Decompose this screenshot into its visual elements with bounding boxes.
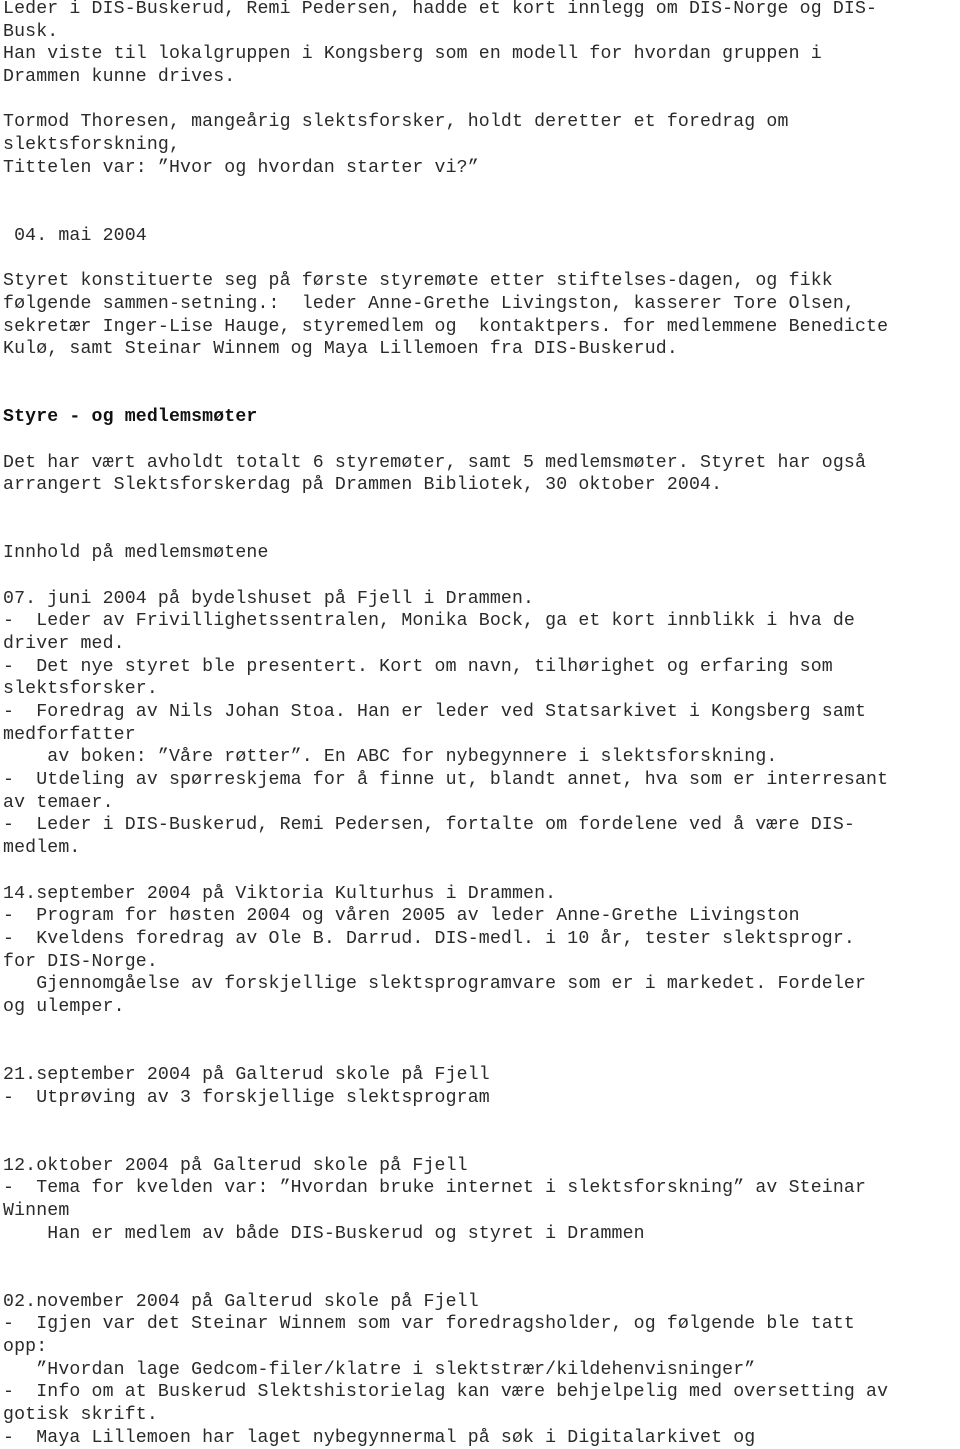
text-line: 21.september 2004 på Galterud skole på F… bbox=[3, 1064, 490, 1085]
text-line: Han viste til lokalgruppen i Kongsberg s… bbox=[3, 44, 822, 65]
text-line: driver med. bbox=[3, 634, 125, 655]
text-line: - Tema for kvelden var: ”Hvordan bruke i… bbox=[3, 1178, 867, 1199]
text-line: 02.november 2004 på Galterud skole på Fj… bbox=[3, 1291, 479, 1312]
text-line: 04. mai 2004 bbox=[3, 225, 147, 246]
text-line: - Kveldens foredrag av Ole B. Darrud. DI… bbox=[3, 928, 855, 949]
text-line: - Leder av Frivillighetssentralen, Monik… bbox=[3, 611, 855, 632]
text-line: Kulø, samt Steinar Winnem og Maya Lillem… bbox=[3, 339, 678, 360]
document-page: Leder i DIS-Buskerud, Remi Pedersen, had… bbox=[0, 0, 960, 1448]
text-line: Styret konstituerte seg på første styrem… bbox=[3, 271, 833, 292]
text-line: ”Hvordan lage Gedcom-filer/klatre i slek… bbox=[3, 1359, 756, 1380]
text-line: Tittelen var: ”Hvor og hvordan starter v… bbox=[3, 157, 479, 178]
text-line: Han er medlem av både DIS-Buskerud og st… bbox=[3, 1223, 645, 1244]
text-line: 14.september 2004 på Viktoria Kulturhus … bbox=[3, 883, 557, 904]
text-line: - Det nye styret ble presentert. Kort om… bbox=[3, 656, 833, 677]
text-line: Winnem bbox=[3, 1201, 70, 1222]
text-line: medlem. bbox=[3, 838, 81, 859]
text-line: Det har vært avholdt totalt 6 styremøter… bbox=[3, 452, 867, 473]
text-line: Leder i DIS-Buskerud, Remi Pedersen, had… bbox=[3, 0, 878, 19]
text-line: 07. juni 2004 på bydelshuset på Fjell i … bbox=[3, 588, 535, 609]
text-line: slektsforskning, bbox=[3, 135, 181, 156]
text-line: - Program for høsten 2004 og våren 2005 … bbox=[3, 906, 800, 927]
text-line: - Info om at Buskerud Slektshistorielag … bbox=[3, 1382, 889, 1403]
section-heading: Styre - og medlemsmøter bbox=[3, 407, 258, 428]
text-line: gotisk skrift. bbox=[3, 1405, 158, 1426]
text-line: Innhold på medlemsmøtene bbox=[3, 543, 269, 564]
text-line: 12.oktober 2004 på Galterud skole på Fje… bbox=[3, 1155, 468, 1176]
text-line: - Utprøving av 3 forskjellige slektsprog… bbox=[3, 1087, 490, 1108]
text-line: følgende sammen-setning.: leder Anne-Gre… bbox=[3, 293, 855, 314]
text-line: Busk. bbox=[3, 21, 59, 42]
text-line: av boken: ”Våre røtter”. En ABC for nybe… bbox=[3, 747, 778, 768]
text-line: opp: bbox=[3, 1337, 48, 1358]
text-line: Drammen kunne drives. bbox=[3, 67, 236, 88]
text-line: arrangert Slektsforskerdag på Drammen Bi… bbox=[3, 475, 723, 496]
text-line: og ulemper. bbox=[3, 996, 125, 1017]
text-line: Tormod Thoresen, mangeårig slektsforsker… bbox=[3, 112, 789, 133]
text-line: sekretær Inger-Lise Hauge, styremedlem o… bbox=[3, 316, 889, 337]
text-line: - Utdeling av spørreskjema for å finne u… bbox=[3, 770, 889, 791]
text-line: medforfatter bbox=[3, 724, 136, 745]
text-line: av temaer. bbox=[3, 792, 114, 813]
text-line: slektsforsker. bbox=[3, 679, 158, 700]
text-line: - Foredrag av Nils Johan Stoa. Han er le… bbox=[3, 702, 867, 723]
text-line: for DIS-Norge. bbox=[3, 951, 158, 972]
text-line: Gjennomgåelse av forskjellige slektsprog… bbox=[3, 974, 867, 995]
text-line: - Leder i DIS-Buskerud, Remi Pedersen, f… bbox=[3, 815, 855, 836]
text-line: - Igjen var det Steinar Winnem som var f… bbox=[3, 1314, 855, 1335]
